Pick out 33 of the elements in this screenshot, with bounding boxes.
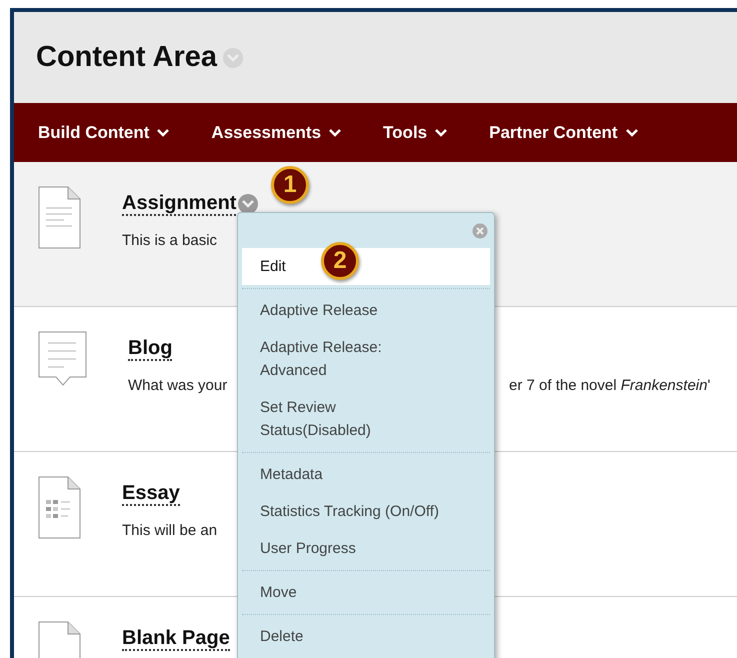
chevron-icon	[227, 54, 239, 62]
document-icon	[38, 476, 82, 540]
nav-menu-button[interactable]: Partner Content	[489, 122, 638, 142]
item-title-link[interactable]: Assignment	[122, 192, 236, 216]
menu-item[interactable]: Move	[242, 574, 490, 611]
item-description: What was your	[128, 377, 228, 394]
item-title-link[interactable]: Blank Page	[122, 627, 230, 651]
document-icon	[38, 186, 82, 250]
chevron-icon	[435, 128, 448, 136]
nav-menu-button[interactable]: Build Content	[38, 122, 170, 142]
chevron-icon	[626, 128, 638, 136]
item-title-link[interactable]: Essay	[122, 482, 180, 506]
menu-item[interactable]: User Progress	[242, 530, 490, 567]
menu-item[interactable]: Adaptive Release: Advanced	[242, 329, 490, 389]
options-button[interactable]	[223, 48, 243, 68]
close-icon[interactable]	[472, 223, 488, 239]
menu-item[interactable]: Adaptive Release	[242, 292, 490, 329]
nav-menu-button[interactable]: Assessments	[211, 122, 342, 142]
item-title-link[interactable]: Blog	[128, 337, 172, 361]
nav-menu-button[interactable]: Tools	[383, 122, 448, 142]
item-description: This is a basic	[122, 232, 218, 249]
item-description: er 7 of the novel Frankenstein'	[509, 377, 710, 394]
item-description: This will be an	[122, 522, 218, 539]
menu-item[interactable]: Set Review Status(Disabled)	[242, 389, 490, 449]
chevron-icon	[242, 200, 254, 208]
options-button[interactable]	[238, 194, 258, 214]
chevron-icon	[329, 128, 342, 136]
chevron-icon	[157, 128, 170, 136]
menu-item[interactable]: Delete	[242, 618, 490, 655]
page-title: Content Area	[36, 41, 217, 74]
menu-item[interactable]: Metadata	[242, 456, 490, 493]
speech-bubble-icon	[38, 331, 88, 387]
menu-item[interactable]: Statistics Tracking (On/Off)	[242, 493, 490, 530]
